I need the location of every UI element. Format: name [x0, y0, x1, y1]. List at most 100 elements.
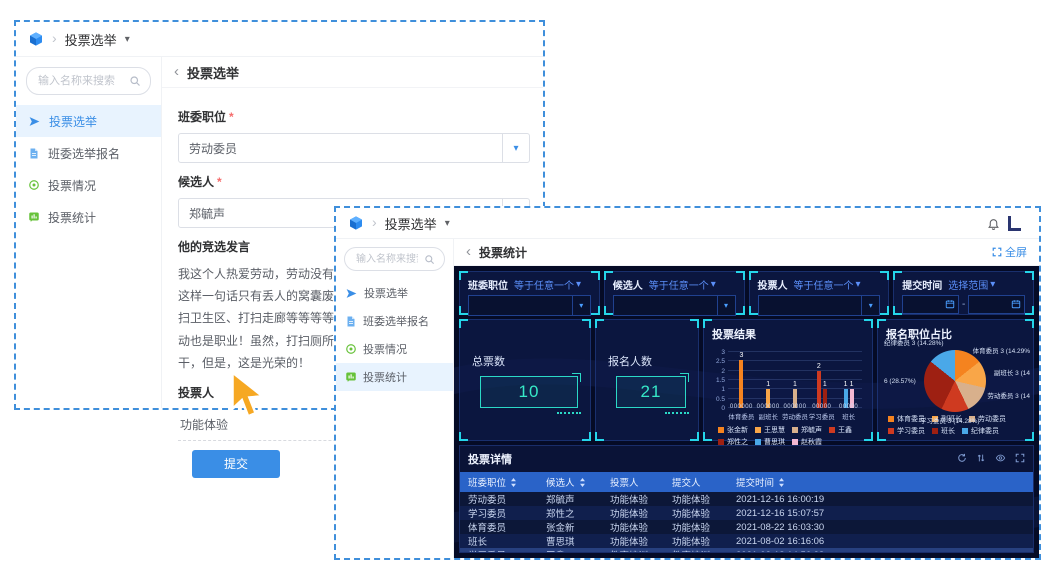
- sidebar-search: [26, 67, 151, 95]
- sidebar-item-1[interactable]: 班委选举报名: [16, 137, 161, 169]
- bar[interactable]: 1: [822, 352, 827, 408]
- legend-item[interactable]: 班长: [932, 426, 955, 436]
- sidebar-item-2[interactable]: 投票情况: [16, 169, 161, 201]
- legend-label: 张金新: [727, 427, 748, 434]
- bar[interactable]: 3: [739, 352, 744, 408]
- search-icon[interactable]: [424, 254, 435, 265]
- sidebar-item-0[interactable]: 投票选举: [336, 279, 453, 307]
- sort-arrows-icon[interactable]: [976, 450, 986, 468]
- column-header[interactable]: 班委职位: [460, 472, 538, 492]
- sidebar-item-0[interactable]: 投票选举: [16, 105, 161, 137]
- position-select[interactable]: 劳动委员: [178, 133, 530, 163]
- back-icon[interactable]: [174, 63, 179, 81]
- sidebar-item-3[interactable]: 投票统计: [336, 363, 453, 391]
- sidebar-item-2[interactable]: 投票情况: [336, 335, 453, 363]
- filter-select[interactable]: [757, 295, 881, 316]
- legend-item[interactable]: 学习委员: [888, 426, 925, 436]
- select-dropdown-button[interactable]: [861, 296, 879, 315]
- y-tick-label: 0: [721, 405, 725, 412]
- table-cell: 劳动委员: [468, 495, 507, 506]
- required-asterisk: *: [217, 175, 222, 189]
- expand-icon[interactable]: [1015, 450, 1025, 468]
- bar[interactable]: 2: [816, 352, 821, 408]
- corner-bracket: [877, 319, 886, 328]
- table-cell: 功能体验: [672, 509, 711, 520]
- fullscreen-button[interactable]: 全屏: [992, 244, 1027, 260]
- dashboard-window-header: 投票选举: [336, 208, 1039, 239]
- column-header[interactable]: 提交时间: [728, 472, 840, 492]
- filter-operator[interactable]: 等于任意一个: [649, 277, 716, 292]
- table-cell: 功能体验: [610, 509, 649, 520]
- date-end-input[interactable]: [968, 295, 1025, 314]
- table-row[interactable]: 班长 曹思琪 功能体验 功能体验 2021-08-02 16:16:06: [460, 534, 1033, 548]
- chevron-down-icon: [711, 279, 716, 290]
- search-input[interactable]: [36, 74, 125, 88]
- sidebar-item-label: 投票统计: [363, 372, 407, 384]
- corner-bracket: [582, 319, 591, 328]
- pie-callout-label: 6 (28.57%): [884, 378, 916, 385]
- submit-button[interactable]: 提交: [192, 449, 280, 478]
- search-icon[interactable]: [129, 75, 141, 87]
- calendar-icon[interactable]: [945, 296, 955, 314]
- sidebar-search: [344, 247, 445, 271]
- filter-select[interactable]: [612, 295, 736, 316]
- legend-item[interactable]: 王思慧: [755, 425, 785, 435]
- fullscreen-label: 全屏: [1005, 247, 1027, 259]
- table-cell: 功能体验: [610, 495, 649, 506]
- filter-select[interactable]: [468, 295, 591, 316]
- table-toolbar: [957, 450, 1025, 468]
- bar-value-label: 1: [766, 381, 771, 389]
- legend-label: 学习委员: [897, 428, 925, 435]
- table-row[interactable]: 劳动委员 郑毓声 功能体验 功能体验 2021-12-16 16:00:19: [460, 492, 1033, 506]
- table-cell: 郑性之: [546, 509, 575, 520]
- filter-operator[interactable]: 选择范围: [948, 277, 995, 292]
- bell-icon[interactable]: [987, 217, 1000, 230]
- bar[interactable]: 1: [792, 352, 797, 408]
- column-header[interactable]: 候选人: [538, 472, 602, 492]
- table-cell: 曹思琪: [546, 537, 575, 548]
- table-cell-filler: [840, 534, 1033, 548]
- legend-swatch: [718, 427, 724, 433]
- chevron-down-icon[interactable]: [445, 218, 450, 229]
- legend-item[interactable]: 纪律委员: [962, 426, 999, 436]
- bar-category-4: 1 1 00000: [835, 352, 862, 410]
- document-icon: [345, 315, 357, 328]
- eye-icon[interactable]: [995, 450, 1006, 468]
- filter-operator[interactable]: 等于任意一个: [794, 277, 861, 292]
- date-start-input[interactable]: [902, 295, 959, 314]
- chevron-down-icon[interactable]: [125, 34, 130, 45]
- chevron-down-icon: [579, 301, 583, 310]
- corner-bracket: [595, 319, 604, 328]
- bar[interactable]: 1: [843, 352, 848, 408]
- legend-item[interactable]: 郑毓声: [792, 425, 822, 435]
- breadcrumb-app-title[interactable]: 投票选举: [385, 214, 437, 233]
- bar[interactable]: 1: [766, 352, 771, 408]
- stat-value-box: 21: [616, 372, 689, 414]
- legend-item[interactable]: 王鑫: [829, 425, 852, 435]
- pie-callout-label: 学习委员 3 (14.28%): [920, 418, 980, 425]
- stat-value: 10: [518, 381, 540, 401]
- sidebar-item-1[interactable]: 班委选举报名: [336, 307, 453, 335]
- calendar-icon[interactable]: [1011, 296, 1021, 314]
- sidebar: 投票选举班委选举报名投票情况投票统计: [336, 239, 454, 558]
- back-icon[interactable]: [466, 243, 471, 261]
- bar-rect: [792, 389, 797, 408]
- filter-operator[interactable]: 等于任意一个: [514, 277, 581, 292]
- table-row[interactable]: 体育委员 张金新 功能体验 功能体验 2021-08-22 16:03:30: [460, 520, 1033, 534]
- bar[interactable]: 1: [849, 352, 854, 408]
- search-input[interactable]: [354, 252, 420, 266]
- table-row[interactable]: 学习委员王鑫教育培训教育培训2021-02-18 14:56:28: [460, 548, 1033, 552]
- table-row[interactable]: 学习委员 郑性之 功能体验 功能体验 2021-12-16 15:07:57: [460, 506, 1033, 520]
- vote-detail-table: 班委职位 候选人 投票人 提交人 提交时间 劳动委员 郑毓声 功能体验 功能体验 2021-12-…: [460, 472, 1033, 552]
- sidebar-item-label: 班委选举报名: [363, 316, 429, 328]
- breadcrumb-app-title[interactable]: 投票选举: [65, 30, 117, 49]
- candidate-label: 候选人: [178, 175, 215, 189]
- sidebar-item-3[interactable]: 投票统计: [16, 201, 161, 233]
- select-dropdown-button[interactable]: [502, 134, 529, 162]
- legend-item[interactable]: 张金新: [718, 425, 748, 435]
- select-dropdown-button[interactable]: [571, 296, 590, 315]
- clock-icon[interactable]: [1008, 215, 1021, 231]
- y-tick-label: 2: [721, 367, 725, 375]
- refresh-icon[interactable]: [957, 450, 967, 468]
- select-dropdown-button[interactable]: [716, 296, 735, 315]
